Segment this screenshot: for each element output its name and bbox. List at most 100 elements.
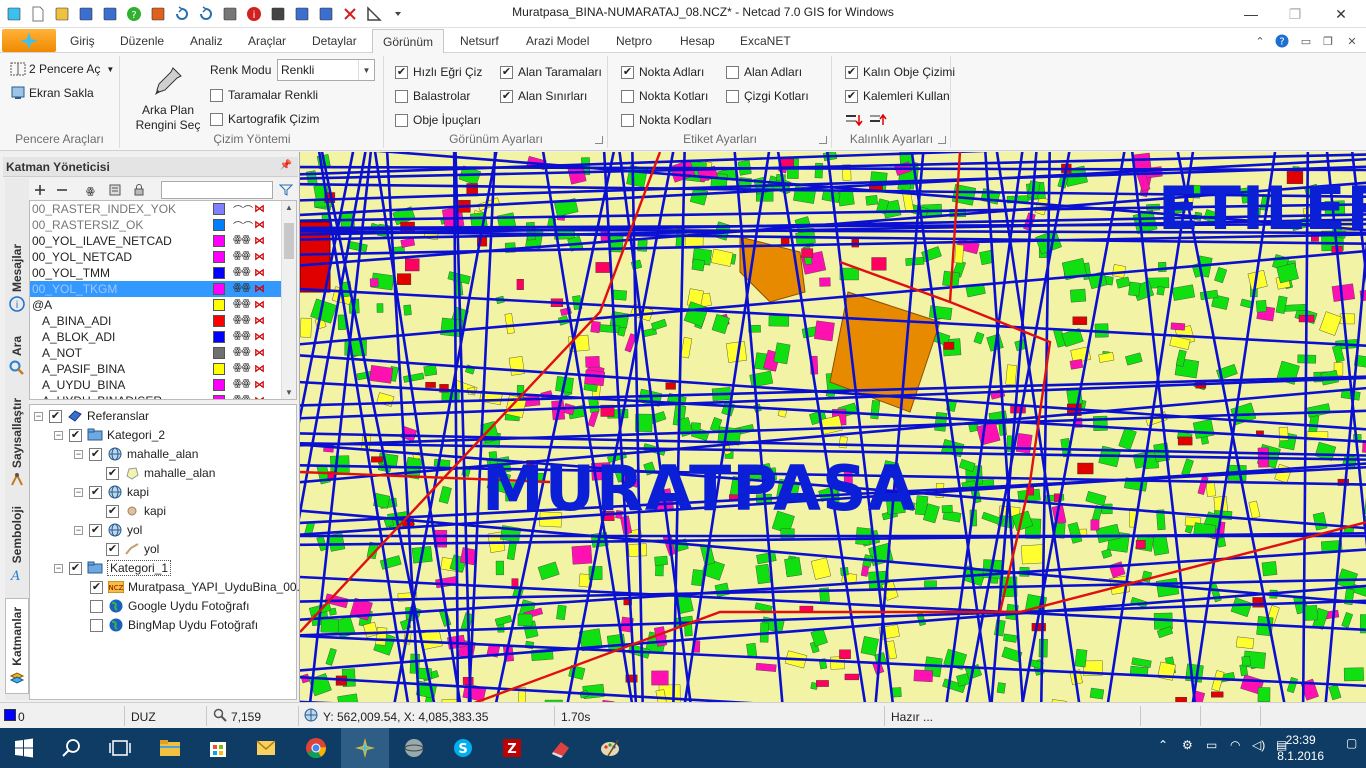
checkbox-unchecked[interactable] (90, 599, 103, 613)
ribbon-close-icon[interactable]: ✕ (1342, 32, 1362, 50)
layer-row[interactable]: @A ꙮꙮ ⋈ (30, 297, 281, 313)
save-as-icon[interactable] (98, 3, 122, 25)
new-file-icon[interactable] (26, 3, 50, 25)
layer-properties-icon[interactable] (105, 181, 125, 199)
clock[interactable]: 23:39 8.1.2016 (1277, 732, 1324, 764)
save-screen-button[interactable]: Ekran Sakla (10, 83, 94, 103)
fast-curve-checkbox[interactable]: ✔ Hızlı Eğri Çiz (395, 62, 482, 82)
layer-row[interactable]: A_BLOK_ADI ꙮꙮ ⋈ (30, 329, 281, 345)
checkbox-checked[interactable]: ✔ (69, 561, 82, 575)
cartographic-checkbox[interactable]: Kartografik Çizim (210, 109, 319, 129)
layer-row[interactable]: A_UYDU_BINADISER ꙮꙮ⋈ (30, 393, 281, 399)
tab-8[interactable]: Netpro (606, 32, 662, 53)
tree-node-yol[interactable]: − ✔ yol (74, 521, 142, 539)
taskbar-mail[interactable] (242, 728, 290, 768)
tree-leaf-ncz-file[interactable]: ✔ NCZ Muratpasa_YAPI_UyduBina_00.NC (90, 578, 317, 596)
filter-icon[interactable] (277, 181, 295, 199)
tree-leaf-kapi[interactable]: ✔ kapi (106, 502, 166, 520)
taskbar-chrome[interactable] (292, 728, 340, 768)
tray-up-arrow-icon[interactable]: ⌃ (1158, 738, 1168, 752)
restore-button[interactable]: ❐ (1272, 0, 1318, 28)
wifi-icon[interactable]: ◠ (1230, 738, 1240, 752)
add-layer-icon[interactable] (30, 181, 50, 199)
start-button[interactable] (0, 728, 48, 768)
thickness-decrease-icon[interactable] (845, 113, 863, 127)
split-window-button[interactable]: 2 Pencere Aç ▼ (10, 59, 114, 79)
ribbon-restore-icon[interactable]: ❐ (1318, 32, 1338, 50)
checkbox-unchecked[interactable] (90, 618, 103, 632)
layer-row[interactable]: 00_YOL_TKGM ꙮꙮ ⋈ (30, 281, 281, 297)
undo-icon[interactable] (170, 3, 194, 25)
select-lock-icon[interactable]: ⋈ (254, 202, 265, 215)
visibility-icon[interactable]: ꙮꙮ (233, 234, 251, 245)
collapse-icon[interactable]: − (74, 487, 83, 497)
tab-4[interactable]: Detaylar (302, 32, 367, 53)
tree-leaf-bingmap[interactable]: BingMap Uydu Fotoğrafı (90, 616, 258, 634)
checkbox-checked[interactable]: ✔ (69, 428, 82, 442)
collapse-icon[interactable]: − (54, 430, 63, 440)
tab-9[interactable]: Hesap (670, 32, 725, 53)
select-lock-icon[interactable]: ⋈ (254, 250, 265, 263)
area-names-checkbox[interactable]: Alan Adları (726, 62, 802, 82)
collapse-icon[interactable]: − (34, 411, 43, 421)
taskbar-explorer[interactable] (146, 728, 194, 768)
use-pens-checkbox[interactable]: ✔ Kalemleri Kullan (845, 86, 950, 106)
dialog-launcher-icon[interactable] (819, 136, 827, 144)
visibility-icon[interactable]: ꙮꙮ (233, 266, 251, 277)
tree-node-referanslar[interactable]: − ✔ Referanslar (34, 407, 149, 425)
obj-tips-checkbox[interactable]: Obje İpuçları (395, 110, 481, 130)
hatch-colored-checkbox[interactable]: Taramalar Renkli (210, 85, 318, 105)
tab-7[interactable]: Arazi Model (516, 32, 599, 53)
layer-row[interactable]: 00_YOL_NETCAD ꙮꙮ ⋈ (30, 249, 281, 265)
save-map-icon[interactable] (290, 3, 314, 25)
ribbon-up-icon[interactable]: ⌃ (1250, 32, 1270, 50)
visibility-icon[interactable]: ꙮꙮ (233, 282, 251, 293)
layer-color-swatch[interactable] (213, 203, 225, 215)
open-red-icon[interactable] (146, 3, 170, 25)
task-view-button[interactable] (96, 728, 144, 768)
minimize-button[interactable]: — (1228, 0, 1274, 28)
point-elev-checkbox[interactable]: Nokta Kotları (621, 86, 708, 106)
taskbar-app-sphere[interactable] (390, 728, 438, 768)
layer-row[interactable]: A_PASIF_BINA ꙮꙮ ⋈ (30, 361, 281, 377)
netcad-logo-icon[interactable] (2, 3, 26, 25)
area-borders-checkbox[interactable]: ✔ Alan Sınırları (500, 86, 587, 106)
layer-color-swatch[interactable] (213, 283, 225, 295)
tab-5[interactable]: Görünüm (372, 29, 445, 54)
visibility-icon[interactable]: ꙮꙮ (233, 298, 251, 309)
taskbar-search-button[interactable] (48, 728, 96, 768)
scrollbar-thumb[interactable] (284, 223, 294, 259)
application-menu-button[interactable] (2, 29, 56, 52)
select-lock-icon[interactable]: ⋈ (254, 314, 265, 327)
layer-row[interactable]: 00_YOL_TMM ꙮꙮ ⋈ (30, 265, 281, 281)
point-names-checkbox[interactable]: ✔ Nokta Adları (621, 62, 704, 82)
taskbar-store[interactable] (194, 728, 242, 768)
layer-color-swatch[interactable] (213, 219, 225, 231)
checkbox-checked[interactable]: ✔ (106, 466, 119, 480)
ballast-checkbox[interactable]: Balastrolar (395, 86, 470, 106)
help-icon[interactable]: ? (1272, 32, 1292, 50)
layer-row[interactable]: A_BINA_ADI ꙮꙮ ⋈ (30, 313, 281, 329)
close-button[interactable]: ✕ (1318, 0, 1364, 28)
taskbar-netcad[interactable] (341, 728, 389, 768)
layer-color-swatch[interactable] (213, 235, 225, 247)
visibility-icon[interactable]: ⌒⌒ (233, 202, 253, 217)
taskbar-filezilla[interactable]: Z (488, 728, 536, 768)
visibility-icon[interactable]: ꙮꙮ (233, 346, 251, 357)
area-hatch-checkbox[interactable]: ✔ Alan Taramaları (500, 62, 602, 82)
line-elev-checkbox[interactable]: Çizgi Kotları (726, 86, 809, 106)
select-lock-icon[interactable]: ⋈ (254, 298, 265, 311)
customize-arrow-icon[interactable] (386, 3, 410, 25)
visibility-icon[interactable]: ꙮꙮ (233, 314, 251, 325)
tab-katmanlar[interactable]: Katmanlar (5, 598, 29, 694)
visibility-icon[interactable]: ꙮꙮ (233, 378, 251, 389)
select-lock-icon[interactable]: ⋈ (254, 234, 265, 247)
tab-1[interactable]: Düzenle (110, 32, 174, 53)
checkbox-checked[interactable]: ✔ (89, 485, 102, 499)
select-lock-icon[interactable]: ⋈ (254, 266, 265, 279)
pin-icon[interactable]: 📌 (280, 160, 292, 171)
redo-icon[interactable] (194, 3, 218, 25)
point-codes-checkbox[interactable]: Nokta Kodları (621, 110, 712, 130)
chevron-down-icon[interactable]: ▼ (285, 388, 293, 397)
layer-color-swatch[interactable] (213, 299, 225, 311)
